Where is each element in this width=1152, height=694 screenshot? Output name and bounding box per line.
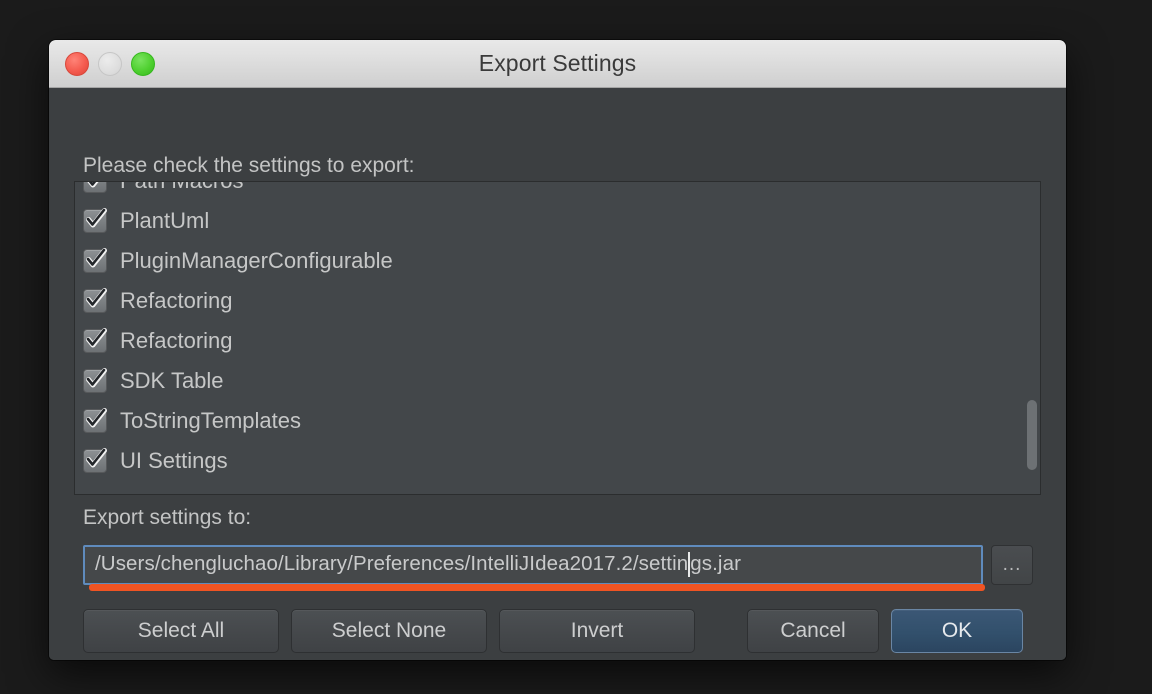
export-path-row: /Users/chengluchao/Library/Preferences/I…	[83, 545, 1033, 585]
list-item[interactable]: SDK Table	[75, 361, 1040, 401]
window-controls	[65, 40, 155, 87]
export-path-value-before-caret: /Users/chengluchao/Library/Preferences/I…	[95, 552, 689, 576]
dialog-body: Please check the settings to export: Pat…	[49, 88, 1066, 660]
checkbox-checked-icon[interactable]	[83, 208, 107, 233]
ok-button[interactable]: OK	[891, 609, 1023, 653]
settings-list-panel: Path Macros PlantUml Plu	[74, 181, 1041, 495]
list-item-label: Path Macros	[120, 182, 244, 194]
list-scrollbar[interactable]	[1026, 184, 1038, 492]
checkbox-checked-icon[interactable]	[83, 248, 107, 273]
list-item-label: SDK Table	[120, 368, 224, 393]
settings-list-items: Path Macros PlantUml Plu	[75, 182, 1040, 481]
list-item[interactable]: PlantUml	[75, 201, 1040, 241]
list-item[interactable]: ToStringTemplates	[75, 401, 1040, 441]
export-path-value-after-caret: gs.jar	[690, 552, 741, 576]
settings-list-viewport[interactable]: Path Macros PlantUml Plu	[75, 182, 1040, 494]
checkbox-checked-icon[interactable]	[83, 328, 107, 353]
text-caret	[688, 551, 691, 577]
checkbox-checked-icon[interactable]	[83, 368, 107, 393]
list-item[interactable]: Refactoring	[75, 281, 1040, 321]
list-item[interactable]: PluginManagerConfigurable	[75, 241, 1040, 281]
export-path-input[interactable]: /Users/chengluchao/Library/Preferences/I…	[83, 545, 983, 585]
maximize-window-button[interactable]	[131, 51, 155, 76]
export-path-value: /Users/chengluchao/Library/Preferences/I…	[95, 551, 741, 577]
list-item[interactable]: UI Settings	[75, 441, 1040, 481]
list-item-label: ToStringTemplates	[120, 408, 301, 433]
window-titlebar[interactable]: Export Settings	[49, 40, 1066, 88]
invert-button[interactable]: Invert	[499, 609, 695, 653]
minimize-window-button	[98, 51, 122, 76]
window-title: Export Settings	[478, 50, 637, 76]
list-item[interactable]: Path Macros	[75, 182, 1040, 201]
export-path-field-wrapper: /Users/chengluchao/Library/Preferences/I…	[83, 545, 983, 585]
select-none-button[interactable]: Select None	[291, 609, 487, 653]
export-settings-dialog: Export Settings Please check the setting…	[49, 40, 1066, 660]
checkbox-checked-icon[interactable]	[83, 448, 107, 473]
list-scrollbar-thumb[interactable]	[1027, 399, 1037, 471]
prompt-label: Please check the settings to export:	[83, 154, 415, 177]
list-item-label: UI Settings	[120, 448, 228, 473]
checkbox-checked-icon[interactable]	[83, 182, 107, 193]
checkbox-checked-icon[interactable]	[83, 408, 107, 433]
dialog-button-row: Select All Select None Invert Cancel OK	[83, 609, 1033, 653]
list-item[interactable]: Refactoring	[75, 321, 1040, 361]
list-item-label: Refactoring	[120, 328, 233, 353]
desktop-background: Export Settings Please check the setting…	[0, 0, 1152, 694]
select-all-button[interactable]: Select All	[83, 609, 279, 653]
list-item-label: PlantUml	[120, 208, 210, 233]
list-item-label: PluginManagerConfigurable	[120, 248, 393, 273]
checkbox-checked-icon[interactable]	[83, 288, 107, 313]
cancel-button[interactable]: Cancel	[747, 609, 879, 653]
close-window-button[interactable]	[65, 51, 89, 76]
browse-folder-button[interactable]: ...	[991, 545, 1033, 585]
list-item-label: Refactoring	[120, 288, 233, 313]
annotation-underline-path-input	[89, 584, 985, 591]
export-path-label: Export settings to:	[83, 506, 252, 529]
